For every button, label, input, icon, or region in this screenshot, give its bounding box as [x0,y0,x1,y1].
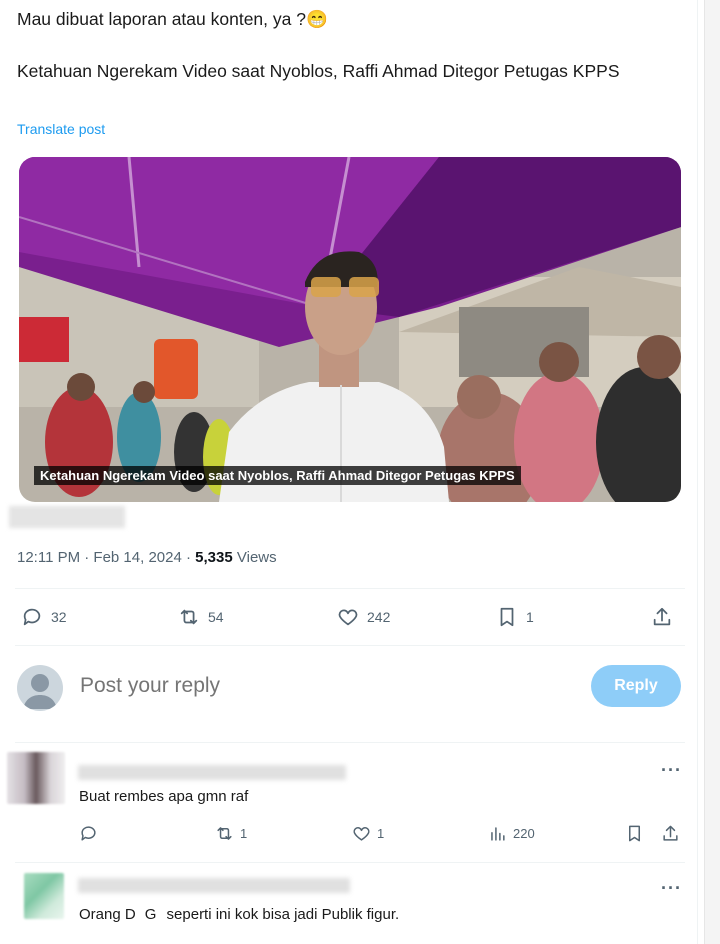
comment-text: Orang D G seperti ini kok bisa jadi Publ… [79,906,400,923]
video-caption: Ketahuan Ngerekam Video saat Nyoblos, Ra… [34,466,521,485]
blurred-source-label [9,506,125,528]
bookmark-icon [628,825,641,842]
reply-submit-button[interactable]: Reply [591,665,681,707]
post-video[interactable] [19,157,681,502]
like-button[interactable]: 242 [337,600,390,634]
share-button[interactable] [651,600,673,634]
video-thumbnail [19,157,681,502]
post-text: Mau dibuat laporan atau konten, ya ?😁 Ke… [17,6,697,84]
comment-avatar[interactable] [7,752,65,804]
user-avatar[interactable] [17,665,63,711]
comment-views-count: 220 [513,826,535,841]
post-meta: 12:11 PM · Feb 14, 2024 · 5,335 Views [17,549,277,566]
reply-input[interactable] [80,674,560,698]
share-icon [663,825,678,841]
comment-reply-button[interactable] [79,824,98,843]
comment-like-count: 1 [377,826,385,841]
repost-button[interactable]: 54 [178,600,224,634]
comment-username[interactable] [78,765,346,780]
post-timestamp[interactable]: 12:11 PM · Feb 14, 2024 [17,549,182,566]
comment-repost-count: 1 [240,826,248,841]
comment-bookmark-button[interactable] [625,824,644,843]
reply-icon [23,608,41,626]
comment-share-button[interactable] [661,824,680,843]
divider [15,645,685,646]
post-text-line1: Mau dibuat laporan atau konten, ya ?😁 [17,9,328,29]
comment-like-button[interactable]: 1 [352,824,384,843]
like-icon [338,609,358,626]
reply-count: 32 [51,609,67,625]
divider [15,742,685,743]
views-icon [491,827,505,841]
share-icon [653,607,671,626]
comment-avatar[interactable] [24,873,64,919]
reply-icon [81,826,96,841]
post-text-line2: Ketahuan Ngerekam Video saat Nyoblos, Ra… [17,61,620,81]
more-icon[interactable]: ··· [661,878,682,899]
divider [15,862,685,863]
translate-post-link[interactable]: Translate post [17,121,105,137]
views-count: 5,335 [195,549,233,566]
bookmark-button[interactable]: 1 [496,600,534,634]
repost-icon [180,609,198,625]
bookmark-count: 1 [526,609,534,625]
divider [15,588,685,589]
timeline-border [697,0,698,944]
comment-username[interactable] [78,878,350,893]
reply-button[interactable]: 32 [21,600,67,634]
user-avatar-icon [23,674,57,709]
repost-icon [217,827,232,840]
like-icon [353,827,370,841]
post-action-bar: 32 54 242 1 [15,600,685,634]
comment-text: Buat rembes apa gmn raf [79,788,249,805]
comment-views-button[interactable]: 220 [488,824,535,843]
like-count: 242 [367,609,391,625]
comment-repost-button[interactable]: 1 [215,824,247,843]
bookmark-icon [500,607,514,627]
more-icon[interactable]: ··· [661,760,682,781]
repost-count: 54 [208,609,224,625]
views-label: Views [236,549,277,566]
scrollbar[interactable] [704,0,720,944]
